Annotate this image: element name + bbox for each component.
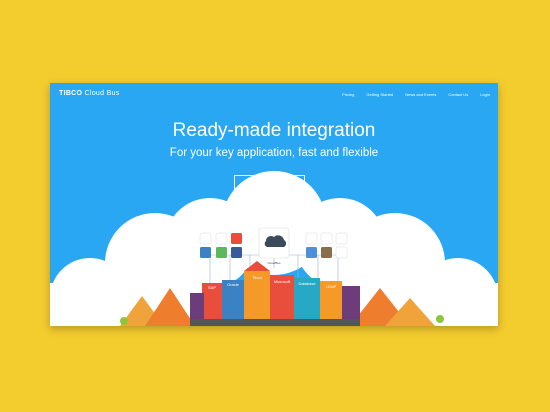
building-label-tibco: Tibco (252, 275, 262, 280)
register-button[interactable]: Register now (234, 175, 305, 193)
nav-link-login[interactable]: Login (480, 92, 490, 97)
hub-label: CloudBus (267, 261, 281, 265)
top-nav: TIBCO Cloud Bus Pricing Getting Started … (50, 83, 498, 107)
browser-window: SAP Oracle Tibco Microsoft Database LDAP… (50, 83, 498, 326)
hero-title: Ready-made integration (172, 120, 376, 141)
logo[interactable]: TIBCO Cloud Bus (59, 90, 120, 97)
nav-link-pricing[interactable]: Pricing (342, 92, 354, 97)
building-label-ldap: LDAP (326, 284, 337, 289)
hero-subtitle: For your key application, fast and flexi… (169, 147, 379, 159)
watch-video-link[interactable]: Watch the video "Cloud Bus" ▶ (50, 198, 498, 205)
building-label-database: Database (298, 281, 316, 286)
nav-link-news[interactable]: News and Events (405, 92, 436, 97)
nav-links: Pricing Getting Started News and Events … (330, 92, 490, 97)
brand-name: TIBCO (59, 90, 83, 97)
cloudbus-hub (258, 227, 290, 259)
nav-link-getting-started[interactable]: Getting Started (366, 92, 393, 97)
building-label-sap: SAP (208, 285, 216, 290)
play-icon: ▶ (296, 198, 304, 205)
building-label-oracle: Oracle (227, 282, 240, 287)
video-link-text: Watch the video "Cloud Bus" (244, 198, 295, 204)
nav-link-contact[interactable]: Contact Us (448, 92, 468, 97)
building-label-microsoft: Microsoft (274, 279, 291, 284)
product-name: Cloud Bus (84, 90, 120, 97)
